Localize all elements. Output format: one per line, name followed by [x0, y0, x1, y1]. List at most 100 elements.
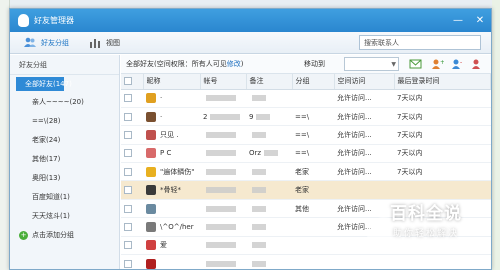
redacted-blur [252, 260, 266, 267]
row-checkbox[interactable] [121, 125, 143, 145]
remark-cell-text: 9 [249, 112, 254, 121]
move-to-select[interactable]: ▼ [344, 57, 399, 71]
column-account[interactable]: 帐号 [200, 74, 247, 90]
row-checkbox[interactable] [121, 107, 143, 127]
friend-manager-window: 好友管理器 — ✕ 好友分组 视图 搜索联系人 好友分组 全部好友(147) 亲… [9, 8, 492, 270]
checkbox[interactable] [124, 259, 132, 268]
redacted-blur [252, 205, 266, 212]
row-checkbox[interactable] [121, 254, 143, 269]
add-friend-icon[interactable]: + [431, 58, 444, 70]
watermark-subtitle: 助你轻松解决 [392, 229, 459, 239]
checkbox[interactable] [124, 94, 132, 103]
select-all-checkbox[interactable] [121, 74, 144, 90]
account-cell [200, 125, 246, 145]
window-title: 好友管理器 [34, 16, 74, 25]
table-row[interactable] [121, 254, 491, 269]
title-bar[interactable]: 好友管理器 — ✕ [10, 9, 491, 32]
redacted-blur [206, 187, 236, 194]
avatar [146, 203, 156, 214]
avatar [146, 148, 156, 159]
tab-friend-groups[interactable]: 好友分组 [24, 37, 69, 48]
redacted-blur [252, 168, 266, 175]
sidebar-item-hometown[interactable]: 老家(24) [10, 131, 119, 150]
table-row[interactable]: · 允许访问... 7天以内 [121, 89, 491, 108]
sidebar-item-group-3[interactable]: ==\(28) [10, 112, 119, 131]
checkbox[interactable] [124, 186, 132, 195]
checkbox[interactable] [124, 241, 132, 250]
column-nickname[interactable]: 昵称 [143, 74, 201, 90]
last-login-cell: 7天以内 [394, 162, 491, 182]
redacted-blur [210, 113, 241, 120]
add-group-button[interactable]: + 点击添加分组 [10, 226, 119, 244]
sidebar-item-other[interactable]: 其他(17) [10, 150, 119, 169]
row-checkbox[interactable] [121, 180, 143, 200]
group-cell [292, 254, 334, 269]
row-checkbox[interactable] [121, 217, 143, 237]
table-row[interactable]: 只见 . ==\ 允许访问... 7天以内 [121, 125, 491, 145]
watermark: 百科全说 助你轻松解决 [371, 199, 481, 239]
remark-cell [246, 199, 292, 219]
group-cell: 老家 [292, 180, 334, 200]
row-checkbox[interactable] [121, 199, 143, 219]
nickname-cell: 爱 [143, 236, 200, 256]
group-cell: ==\ [292, 107, 334, 127]
column-group[interactable]: 分组 [292, 74, 335, 90]
account-cell [200, 180, 246, 200]
redacted-blur [252, 187, 266, 194]
move-to-label: 移动到 [304, 60, 325, 68]
row-checkbox[interactable] [121, 236, 143, 256]
row-checkbox[interactable] [121, 162, 143, 182]
send-message-icon[interactable] [409, 58, 422, 70]
checkbox[interactable] [124, 222, 132, 231]
row-checkbox[interactable] [121, 89, 143, 108]
avatar [146, 240, 156, 251]
remark-cell: Orz [246, 144, 292, 164]
search-input[interactable]: 搜索联系人 [359, 35, 481, 50]
tab-friend-groups-label: 好友分组 [41, 38, 69, 47]
account-cell [200, 162, 246, 182]
nickname-text: "遍体鳞伤" [160, 167, 195, 176]
remove-friend-icon[interactable]: - [451, 58, 464, 70]
account-cell [200, 236, 246, 256]
friend-settings-icon[interactable] [471, 58, 484, 70]
group-cell [292, 89, 334, 108]
minimize-button[interactable]: — [447, 12, 469, 30]
space-access-cell: 允许访问... [334, 162, 394, 182]
group-cell-text: ==\ [295, 112, 310, 121]
table-row[interactable]: P C Orz ==\ 允许访问... 7天以内 [121, 144, 491, 164]
sidebar-item-baidu-zhidao[interactable]: 百度知道(1) [10, 188, 119, 207]
background-app-top [0, 0, 500, 8]
column-space-access[interactable]: 空间访问 [334, 74, 395, 90]
checkbox[interactable] [124, 204, 132, 213]
checkbox[interactable] [124, 149, 132, 158]
avatar [146, 111, 156, 122]
group-sidebar: 好友分组 全部好友(147) 亲人~~~~(20) ==\(28) 老家(24)… [10, 55, 120, 269]
sidebar-item-relatives[interactable]: 亲人~~~~(20) [10, 93, 119, 112]
space-access-cell: 允许访问... [334, 107, 394, 127]
add-icon: + [19, 230, 28, 240]
last-login-cell-text: 7天以内 [397, 112, 423, 121]
redacted-blur [206, 168, 236, 175]
qq-penguin-icon [18, 14, 29, 27]
table-row[interactable]: · 2 9 ==\ 允许访问... 7天以内 [121, 107, 491, 127]
column-last-login[interactable]: 最后登录时间 [394, 74, 491, 90]
sidebar-item-all-friends[interactable]: 全部好友(147) [16, 77, 72, 91]
redacted-blur [252, 131, 266, 138]
account-cell [200, 217, 246, 237]
checkbox[interactable] [124, 130, 132, 139]
column-remark[interactable]: 备注 [246, 74, 293, 90]
sidebar-item-aoyang[interactable]: 奥阳(13) [10, 169, 119, 188]
table-row[interactable]: *骨轻* 老家 [121, 180, 491, 200]
account-cell [200, 199, 246, 219]
row-checkbox[interactable] [121, 144, 143, 164]
group-cell [292, 236, 334, 256]
tab-view[interactable]: 视图 [89, 37, 120, 48]
last-login-cell-text: 7天以内 [397, 167, 423, 176]
add-group-label: 点击添加分组 [32, 231, 74, 239]
table-row[interactable]: "遍体鳞伤" 老家 允许访问... 7天以内 [121, 162, 491, 182]
close-button[interactable]: ✕ [469, 12, 491, 30]
checkbox[interactable] [124, 167, 132, 176]
checkbox[interactable] [124, 112, 132, 121]
permission-edit-link[interactable]: 修改 [227, 60, 241, 68]
sidebar-item-tiantian[interactable]: 天天炫斗(1) [10, 207, 119, 226]
